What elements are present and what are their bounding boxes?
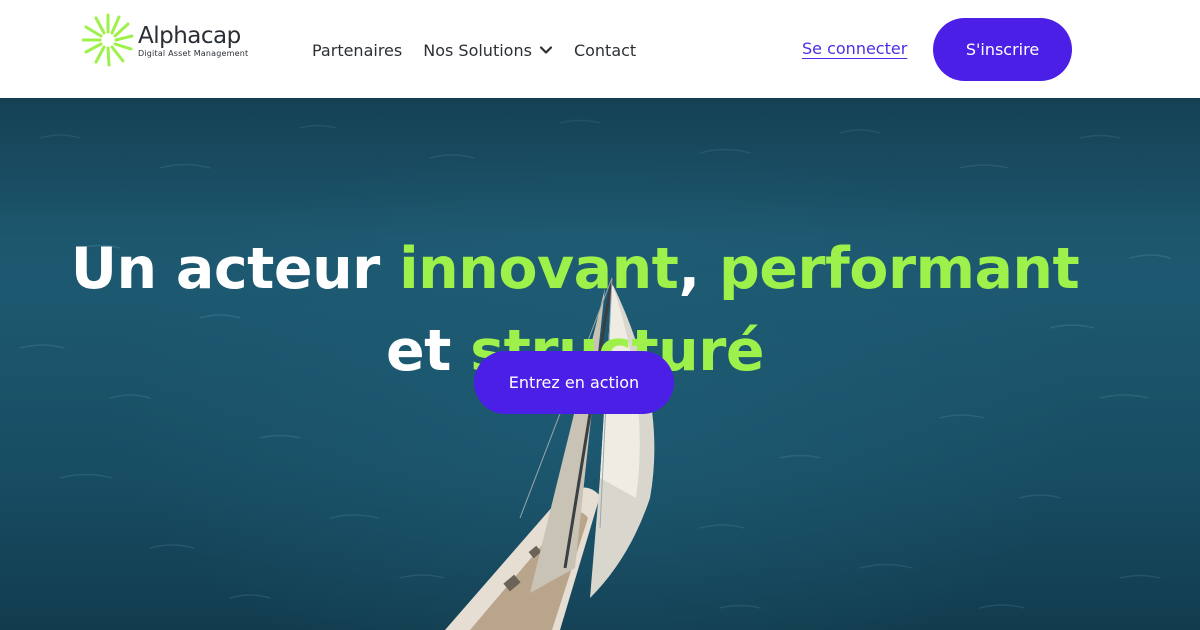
sunburst-logo-icon xyxy=(82,13,134,67)
headline-text: , xyxy=(678,236,719,303)
nav-item-label: Contact xyxy=(573,40,637,60)
brand-wordmark: Alphacap Digital Asset Management xyxy=(138,23,248,59)
nav-item-contact[interactable]: Contact xyxy=(574,41,636,60)
brand-tagline: Digital Asset Management xyxy=(138,49,249,58)
nav-item-partenaires[interactable]: Partenaires xyxy=(312,41,402,60)
headline-line-1: Un acteur innovant, performant xyxy=(0,228,1150,310)
headline-text: Un acteur xyxy=(70,236,400,303)
headline-accent: innovant xyxy=(399,236,679,303)
nav-item-label: Nos Solutions xyxy=(423,40,532,60)
chevron-down-icon xyxy=(539,46,553,54)
headline-text: et xyxy=(385,318,471,385)
brand-logo[interactable]: Alphacap Digital Asset Management xyxy=(82,12,248,68)
main-nav: Partenaires Nos Solutions Contact xyxy=(312,38,657,62)
cta-button[interactable]: Entrez en action xyxy=(474,351,674,414)
nav-item-nos-solutions[interactable]: Nos Solutions xyxy=(423,41,553,60)
signup-button[interactable]: S'inscrire xyxy=(933,18,1072,81)
login-link[interactable]: Se connecter xyxy=(802,39,907,58)
headline-accent: performant xyxy=(718,236,1080,303)
hero-section: Un acteur innovant, performant et struct… xyxy=(0,98,1200,630)
brand-name: Alphacap xyxy=(138,23,241,49)
nav-item-label: Partenaires xyxy=(312,40,403,60)
site-header: Alphacap Digital Asset Management Parten… xyxy=(0,0,1200,98)
